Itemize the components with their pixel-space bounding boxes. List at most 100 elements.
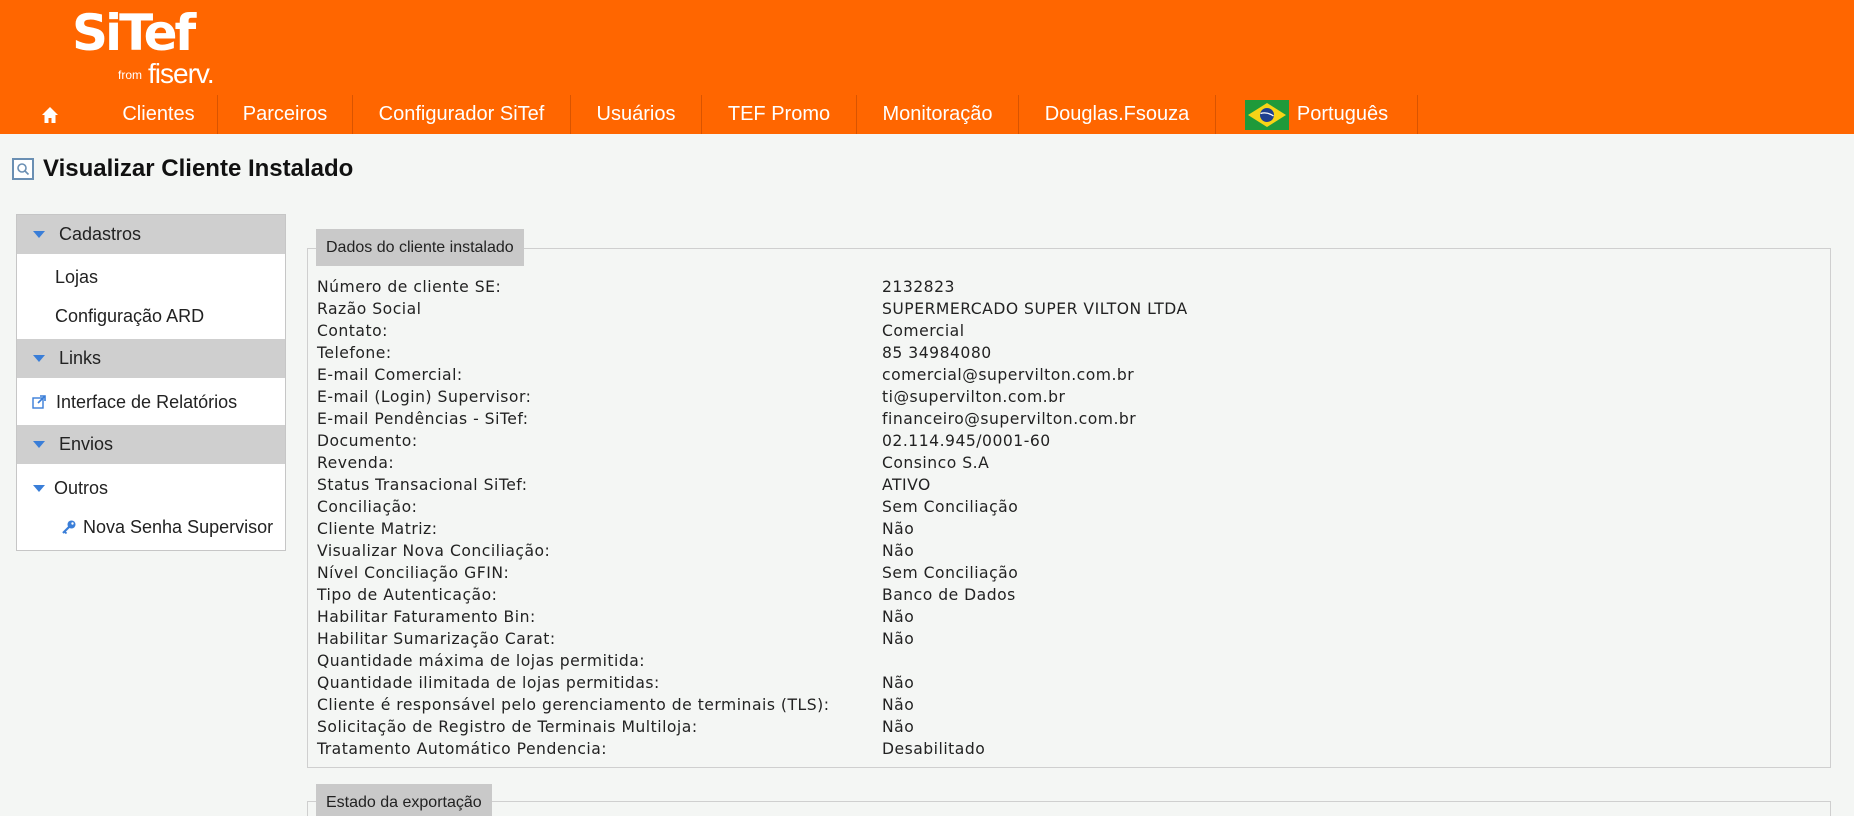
external-link-icon bbox=[32, 395, 46, 409]
sidebar-item-outros[interactable]: Outros bbox=[33, 473, 108, 503]
detail-value: ti@supervilton.com.br bbox=[882, 388, 1066, 406]
detail-value: Não bbox=[882, 630, 915, 648]
detail-label: Habilitar Faturamento Bin: bbox=[317, 608, 536, 626]
detail-value: ATIVO bbox=[882, 476, 931, 494]
detail-row: Solicitação de Registro de Terminais Mul… bbox=[317, 716, 1188, 738]
sidebar-section-cadastros[interactable]: Cadastros bbox=[17, 215, 285, 254]
sidebar-item-lojas[interactable]: Lojas bbox=[55, 262, 98, 292]
detail-label: Cliente Matriz: bbox=[317, 520, 438, 538]
detail-row: E-mail Pendências - SiTef: financeiro@sup… bbox=[317, 408, 1188, 430]
detail-label: Conciliação: bbox=[317, 498, 418, 516]
detail-label: Documento: bbox=[317, 432, 418, 450]
sidebar-item-label: Nova Senha Supervisor bbox=[83, 516, 274, 537]
detail-row: Cliente Matriz: Não bbox=[317, 518, 1188, 540]
detail-row: Revenda: Consinco S.A bbox=[317, 452, 1188, 474]
sidebar-item-label: Lojas bbox=[55, 266, 99, 287]
detail-row: Quantidade ilimitada de lojas permitidas… bbox=[317, 672, 1188, 694]
detail-value: Não bbox=[882, 718, 915, 736]
nav-label: Clientes bbox=[122, 103, 195, 125]
caret-down-icon bbox=[33, 441, 45, 448]
search-icon bbox=[12, 158, 34, 180]
detail-value: Não bbox=[882, 696, 915, 714]
sidebar: Cadastros Lojas Configuração ARD Links I… bbox=[16, 214, 286, 551]
detail-row: Conciliação: Sem Conciliação bbox=[317, 496, 1188, 518]
nav-user[interactable]: Douglas.Fsouza bbox=[1019, 95, 1216, 134]
detail-row: Tipo de Autenticação: Banco de Dados bbox=[317, 584, 1188, 606]
sidebar-item-label: Interface de Relatórios bbox=[56, 391, 238, 412]
detail-row: Telefone: 85 34984080 bbox=[317, 342, 1188, 364]
detail-label: Solicitação de Registro de Terminais Mul… bbox=[317, 718, 698, 736]
detail-value: Não bbox=[882, 608, 915, 626]
detail-label: Tipo de Autenticação: bbox=[317, 586, 498, 604]
nav-clientes[interactable]: Clientes bbox=[100, 95, 218, 134]
detail-row: Razão Social SUPERMERCADO SUPER VILTON LT… bbox=[317, 298, 1188, 320]
sitef-logo[interactable]: SiTef from fiserv. bbox=[72, 4, 215, 94]
detail-value: Sem Conciliação bbox=[882, 498, 1019, 516]
sidebar-section-label: Cadastros bbox=[59, 224, 142, 244]
detail-value: Banco de Dados bbox=[882, 586, 1016, 604]
detail-label: E-mail Comercial: bbox=[317, 366, 463, 384]
sidebar-item-label: Outros bbox=[54, 477, 109, 498]
detail-label: E-mail Pendências - SiTef: bbox=[317, 410, 529, 428]
nav-language[interactable]: Português bbox=[1216, 95, 1418, 134]
detail-row: Cliente é responsável pelo gerenciamento… bbox=[317, 694, 1188, 716]
nav-usuarios[interactable]: Usuários bbox=[571, 95, 702, 134]
detail-row: Habilitar Faturamento Bin: Não bbox=[317, 606, 1188, 628]
detail-label: Quantidade máxima de lojas permitida: bbox=[317, 652, 646, 670]
sidebar-section-envios[interactable]: Envios bbox=[17, 425, 285, 464]
nav-label: Parceiros bbox=[242, 103, 328, 125]
detail-label: Visualizar Nova Conciliação: bbox=[317, 542, 551, 560]
logo-company-text: fiserv. bbox=[148, 58, 215, 89]
sidebar-item-configuracao-ard[interactable]: Configuração ARD bbox=[55, 301, 204, 331]
page-title: Visualizar Cliente Instalado bbox=[43, 155, 354, 182]
detail-label: Status Transacional SiTef: bbox=[317, 476, 528, 494]
client-details-list: Número de cliente SE: 2132823 Razão Socia… bbox=[317, 276, 1188, 760]
caret-down-icon bbox=[33, 484, 45, 492]
detail-row: Contato: Comercial bbox=[317, 320, 1188, 342]
export-status-panel bbox=[307, 801, 1831, 816]
nav-parceiros[interactable]: Parceiros bbox=[218, 95, 353, 134]
sidebar-item-interface-relatorios[interactable]: Interface de Relatórios bbox=[31, 387, 237, 417]
detail-value: Comercial bbox=[882, 322, 965, 340]
nav-tef-promo[interactable]: TEF Promo bbox=[702, 95, 857, 134]
detail-row: E-mail (Login) Supervisor: ti@supervilton… bbox=[317, 386, 1188, 408]
nav-monitoracao[interactable]: Monitoração bbox=[857, 95, 1019, 134]
detail-value: 02.114.945/0001-60 bbox=[882, 432, 1051, 450]
detail-label: Quantidade ilimitada de lojas permitidas… bbox=[317, 674, 660, 692]
nav-home[interactable] bbox=[0, 95, 100, 134]
sidebar-section-label: Links bbox=[59, 348, 102, 368]
detail-value: SUPERMERCADO SUPER VILTON LTDA bbox=[882, 300, 1188, 318]
detail-label: Cliente é responsável pelo gerenciamento… bbox=[317, 696, 830, 714]
detail-row: Nível Conciliação GFIN: Sem Conciliação bbox=[317, 562, 1188, 584]
detail-value: Consinco S.A bbox=[882, 454, 990, 472]
detail-value: Não bbox=[882, 520, 915, 538]
sidebar-item-nova-senha-supervisor[interactable]: Nova Senha Supervisor bbox=[61, 512, 273, 542]
detail-label: Razão Social bbox=[317, 300, 422, 318]
sidebar-item-label: Configuração ARD bbox=[55, 305, 205, 326]
logo-text: SiTef bbox=[72, 4, 196, 62]
key-icon bbox=[62, 520, 76, 535]
detail-value: 85 34984080 bbox=[882, 344, 992, 362]
detail-row: Visualizar Nova Conciliação: Não bbox=[317, 540, 1188, 562]
detail-row: E-mail Comercial: comercial@supervilton.c… bbox=[317, 364, 1188, 386]
detail-value: financeiro@supervilton.com.br bbox=[882, 410, 1137, 428]
header-bar: SiTef from fiserv. Clientes Parceiros Co… bbox=[0, 0, 1854, 134]
detail-row: Tratamento Automático Pendencia: Desabili… bbox=[317, 738, 1188, 760]
nav-label: Monitoração bbox=[882, 103, 993, 125]
nav-label: Usuários bbox=[596, 103, 676, 125]
nav-label: Douglas.Fsouza bbox=[1044, 103, 1190, 125]
detail-row: Documento: 02.114.945/0001-60 bbox=[317, 430, 1188, 452]
detail-row: Habilitar Sumarização Carat: Não bbox=[317, 628, 1188, 650]
nav-language-label: Português bbox=[1296, 103, 1389, 125]
caret-down-icon bbox=[33, 231, 45, 238]
caret-down-icon bbox=[33, 355, 45, 362]
detail-row: Número de cliente SE: 2132823 bbox=[317, 276, 1188, 298]
detail-label: Contato: bbox=[317, 322, 388, 340]
nav-configurador-sitef[interactable]: Configurador SiTef bbox=[353, 95, 571, 134]
logo-from-text: from bbox=[118, 68, 142, 82]
detail-label: Revenda: bbox=[317, 454, 395, 472]
sidebar-section-links[interactable]: Links bbox=[17, 339, 285, 378]
detail-value: 2132823 bbox=[882, 278, 955, 296]
client-details-legend: Dados do cliente instalado bbox=[316, 229, 524, 266]
detail-value: Não bbox=[882, 542, 915, 560]
